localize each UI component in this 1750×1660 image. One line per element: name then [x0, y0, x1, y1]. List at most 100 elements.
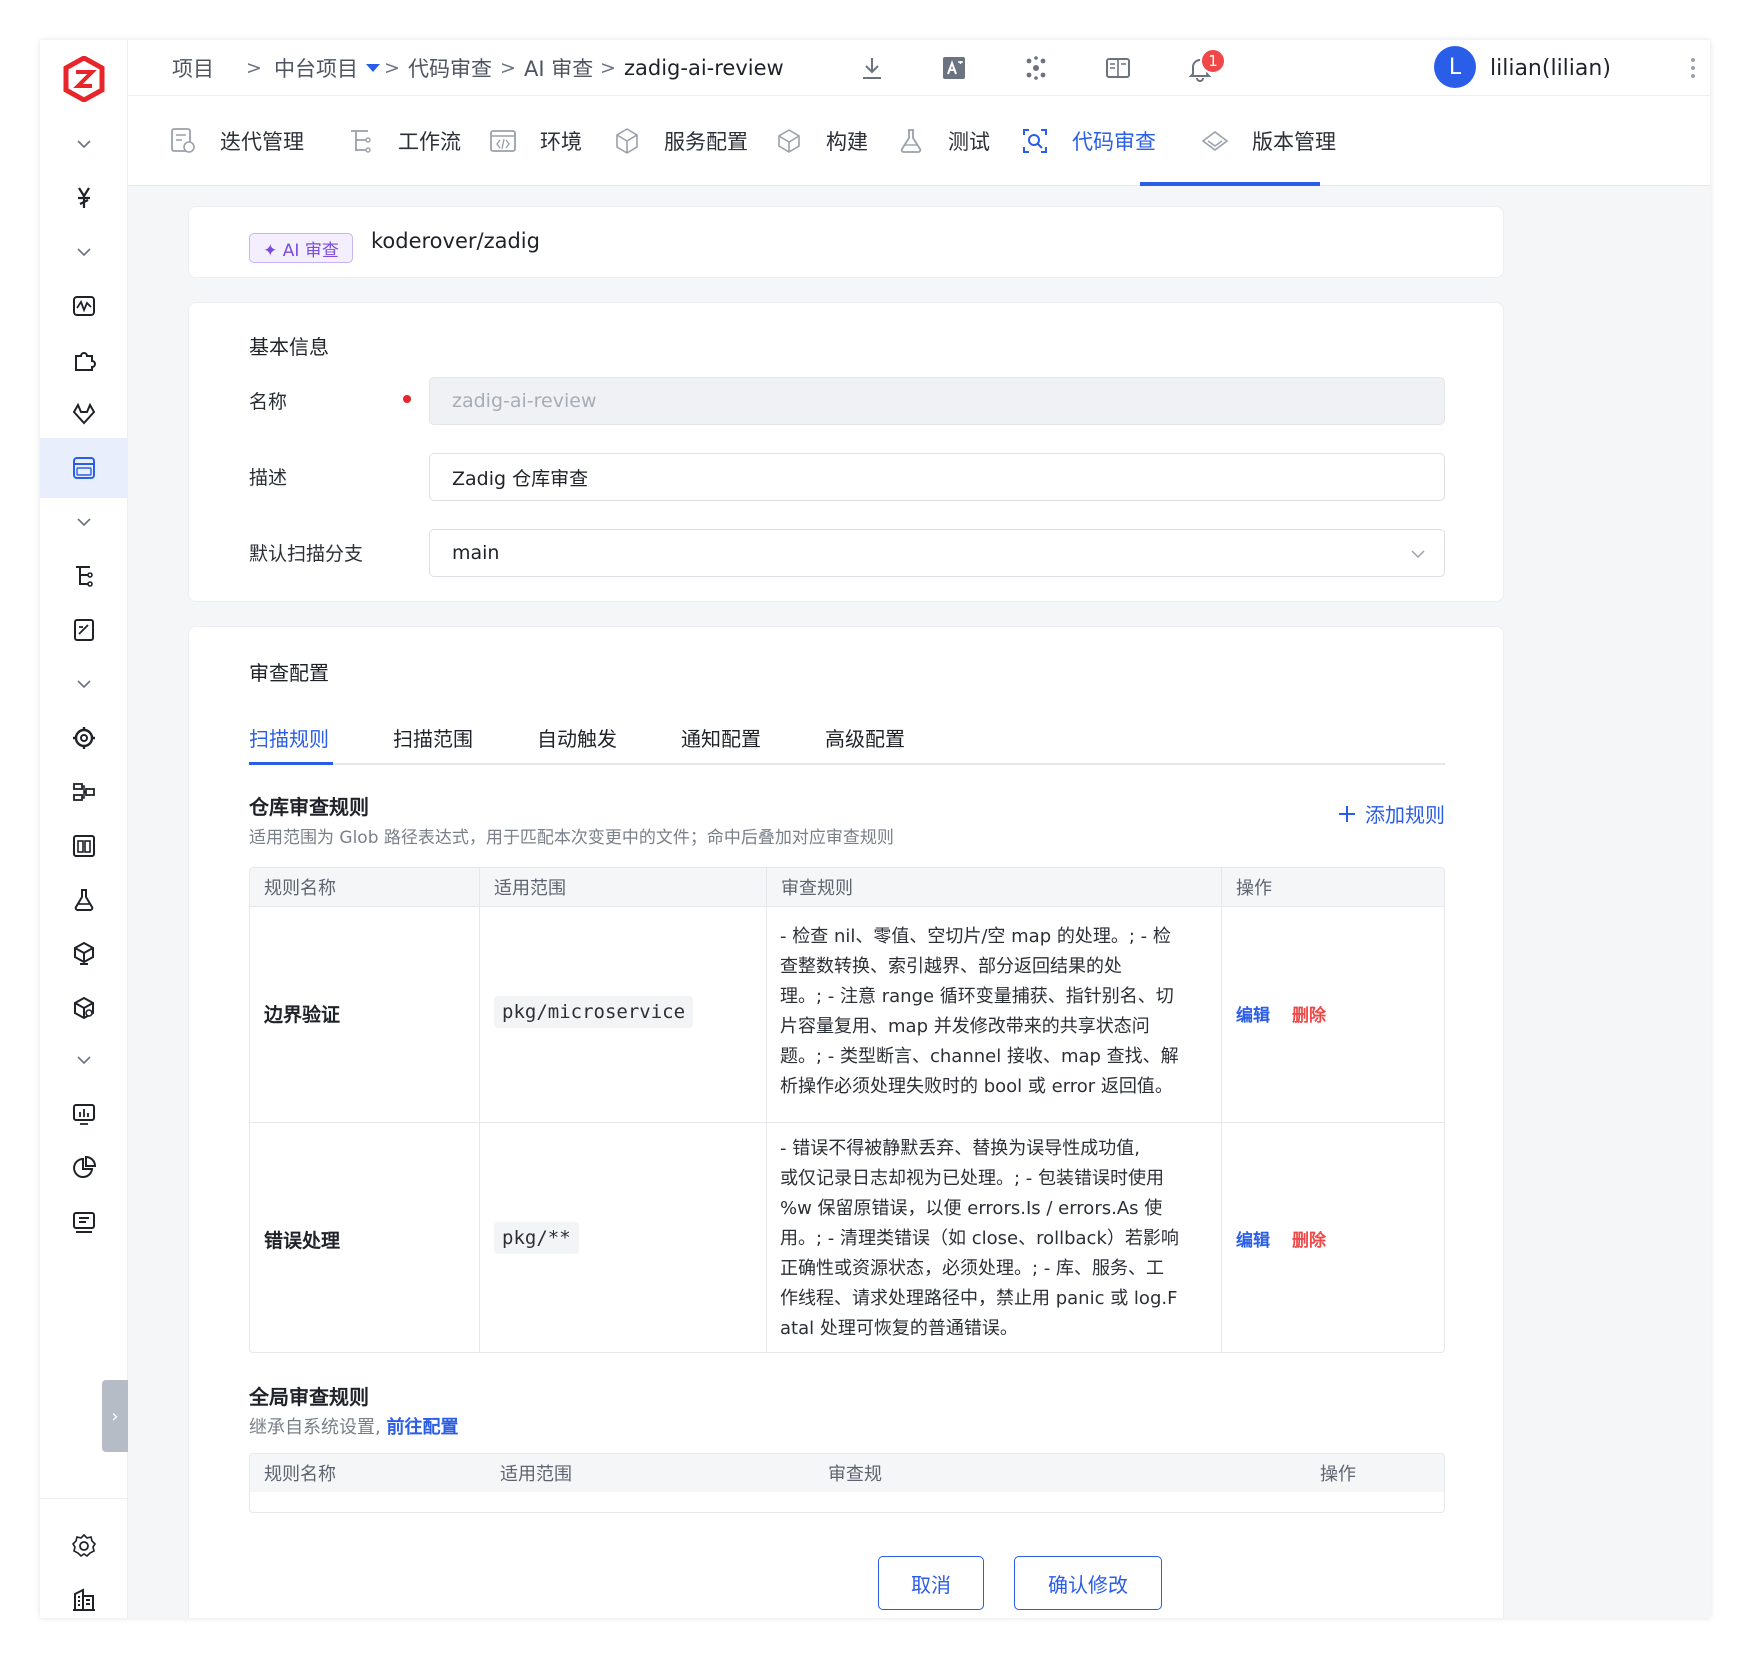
- sidebar-item-gitlab[interactable]: [40, 384, 128, 444]
- chevron-down-icon: [77, 248, 91, 257]
- sidebar-item-dashboard[interactable]: [40, 1084, 128, 1144]
- tab-service[interactable]: 服务配置: [612, 96, 748, 186]
- sidebar-item-testing[interactable]: [40, 870, 128, 930]
- tab-test[interactable]: 测试: [896, 96, 990, 186]
- rule-line: 用。; - 清理类错误（如 close、rollback）若影响: [780, 1228, 1179, 1249]
- table-header: 规则名称 适用范围 审查规 操作: [250, 1454, 1444, 1492]
- download-button[interactable]: [856, 52, 888, 84]
- notifications-button[interactable]: 1: [1184, 48, 1226, 84]
- row-divider: [250, 1122, 1444, 1123]
- tab-scan-scope[interactable]: 扫描范围: [393, 723, 473, 752]
- helm-gear-icon: [73, 727, 95, 749]
- build-icon: [778, 129, 800, 153]
- tab-version[interactable]: 版本管理: [1200, 96, 1336, 186]
- sidebar-item-enterprise[interactable]: [40, 1570, 128, 1618]
- sidebar-item-settings[interactable]: [40, 1516, 128, 1576]
- tab-notification[interactable]: 通知配置: [681, 723, 761, 752]
- docs-button[interactable]: [1102, 52, 1134, 84]
- nodes-button[interactable]: [1020, 52, 1052, 84]
- avatar[interactable]: L: [1434, 46, 1476, 88]
- translate-icon: [943, 57, 965, 79]
- artifact-box-icon: [74, 941, 94, 965]
- rule-line: 题。; - 类型断言、channel 接收、map 查找、解: [780, 1046, 1179, 1067]
- go-config-link[interactable]: 前往配置: [386, 1417, 458, 1438]
- sidebar-item-workflow[interactable]: [40, 546, 128, 606]
- active-tab-indicator: [1140, 182, 1320, 186]
- sidebar-group-toggle-1[interactable]: [40, 114, 128, 174]
- column-header: 规则名称: [264, 1464, 336, 1485]
- global-rules-hint: 继承自系统设置, 前往配置: [249, 1413, 458, 1439]
- breadcrumb-item-project[interactable]: 中台项目: [274, 40, 380, 96]
- tab-scan-rules[interactable]: 扫描规则: [249, 723, 329, 752]
- breadcrumb-item-ai-review[interactable]: AI 审查: [524, 40, 593, 96]
- sidebar-item-docs[interactable]: [40, 600, 128, 660]
- description-field[interactable]: Zadig 仓库审查: [429, 453, 1445, 501]
- edit-button[interactable]: 编辑: [1236, 1001, 1270, 1026]
- workflow-tree-icon: [76, 566, 93, 587]
- add-rule-button[interactable]: 添加规则: [1337, 799, 1445, 828]
- confirm-button[interactable]: 确认修改: [1014, 1556, 1162, 1610]
- chevron-down-icon: [77, 680, 91, 689]
- sidebar-expand-handle[interactable]: ›: [102, 1380, 128, 1452]
- sidebar-item-registry[interactable]: [40, 816, 128, 876]
- review-config-card: 审查配置 扫描规则 扫描范围 自动触发 通知配置 高级配置 仓库审查规则 适用范…: [188, 626, 1504, 1618]
- sidebar-item-package[interactable]: [40, 978, 128, 1038]
- tab-advanced[interactable]: 高级配置: [825, 723, 905, 752]
- delete-button[interactable]: 删除: [1292, 1001, 1326, 1026]
- sidebar-item-helm[interactable]: [40, 708, 128, 768]
- column-header: 适用范围: [500, 1464, 572, 1485]
- report-icon: [73, 1212, 95, 1233]
- sidebar-item-pm[interactable]: [40, 438, 128, 498]
- sidebar-group-toggle-4[interactable]: [40, 654, 128, 714]
- required-marker: [403, 395, 411, 403]
- tab-auto-trigger[interactable]: 自动触发: [537, 723, 617, 752]
- user-name[interactable]: lilian(lilian): [1490, 40, 1611, 96]
- edit-button[interactable]: 编辑: [1236, 1226, 1270, 1251]
- gitlab-icon: [72, 402, 96, 425]
- sidebar-item-pipeline[interactable]: [40, 762, 128, 822]
- active-subtab-indicator: [249, 762, 333, 765]
- rule-line: 理。; - 注意 range 循环变量捕获、指针别名、切: [780, 986, 1174, 1007]
- breadcrumb-item-code-review[interactable]: 代码审查: [408, 40, 492, 96]
- more-vertical-icon[interactable]: [1688, 54, 1698, 82]
- breadcrumb-item-projects[interactable]: 项目: [172, 40, 214, 96]
- section-title: 审查配置: [249, 661, 329, 685]
- column-header: 操作: [1236, 878, 1272, 899]
- nodes-icon: [1026, 56, 1046, 80]
- rule-line: 析操作必须处理失败时的 bool 或 error 返回值。: [780, 1076, 1173, 1097]
- sidebar-item-artifact[interactable]: [40, 924, 128, 984]
- tab-label: 构建: [826, 130, 868, 154]
- tab-iteration[interactable]: 迭代管理: [168, 96, 304, 186]
- sidebar-item-monitor[interactable]: [40, 276, 128, 336]
- sidebar-group-toggle-5[interactable]: [40, 1030, 128, 1090]
- rule-line: 查整数转换、索引越界、部分返回结果的处: [780, 956, 1122, 977]
- sidebar-group-toggle-2[interactable]: [40, 222, 128, 282]
- zadig-logo-icon[interactable]: [62, 55, 106, 103]
- column-divider: [766, 868, 767, 1352]
- sidebar-item-reports[interactable]: [40, 1192, 128, 1252]
- translate-button[interactable]: [938, 52, 970, 84]
- sidebar-item-statistics[interactable]: [40, 1138, 128, 1198]
- tab-label: 环境: [540, 130, 582, 154]
- delete-button[interactable]: 删除: [1292, 1226, 1326, 1251]
- repo-rules-table: 规则名称 适用范围 审查规则 操作 边界验证 pkg/microservice …: [249, 867, 1445, 1353]
- cancel-button[interactable]: 取消: [878, 1556, 984, 1610]
- sidebar-item-plugin[interactable]: [40, 168, 128, 228]
- column-divider: [1221, 868, 1222, 1352]
- tab-build[interactable]: 构建: [774, 96, 868, 186]
- workflow-icon: [351, 130, 371, 153]
- tab-code-review[interactable]: 代码审查: [1020, 96, 1156, 186]
- repo-name: koderover/zadig: [371, 229, 540, 253]
- sidebar-item-extensions[interactable]: [40, 330, 128, 390]
- branch-select[interactable]: main: [429, 529, 1445, 577]
- repo-rules-hint: 适用范围为 Glob 路径表达式，用于匹配本次变更中的文件；命中后叠加对应审查规…: [249, 828, 894, 848]
- sidebar-group-toggle-3[interactable]: [40, 492, 128, 552]
- version-icon: [1201, 131, 1229, 151]
- tab-divider: [249, 763, 1445, 765]
- tab-workflow[interactable]: 工作流: [346, 96, 461, 186]
- settings-gear-icon: [71, 1533, 97, 1558]
- download-icon: [863, 58, 881, 79]
- add-rule-label: 添加规则: [1365, 803, 1445, 827]
- tab-environment[interactable]: 环境: [488, 96, 582, 186]
- column-header: 审查规: [828, 1464, 882, 1485]
